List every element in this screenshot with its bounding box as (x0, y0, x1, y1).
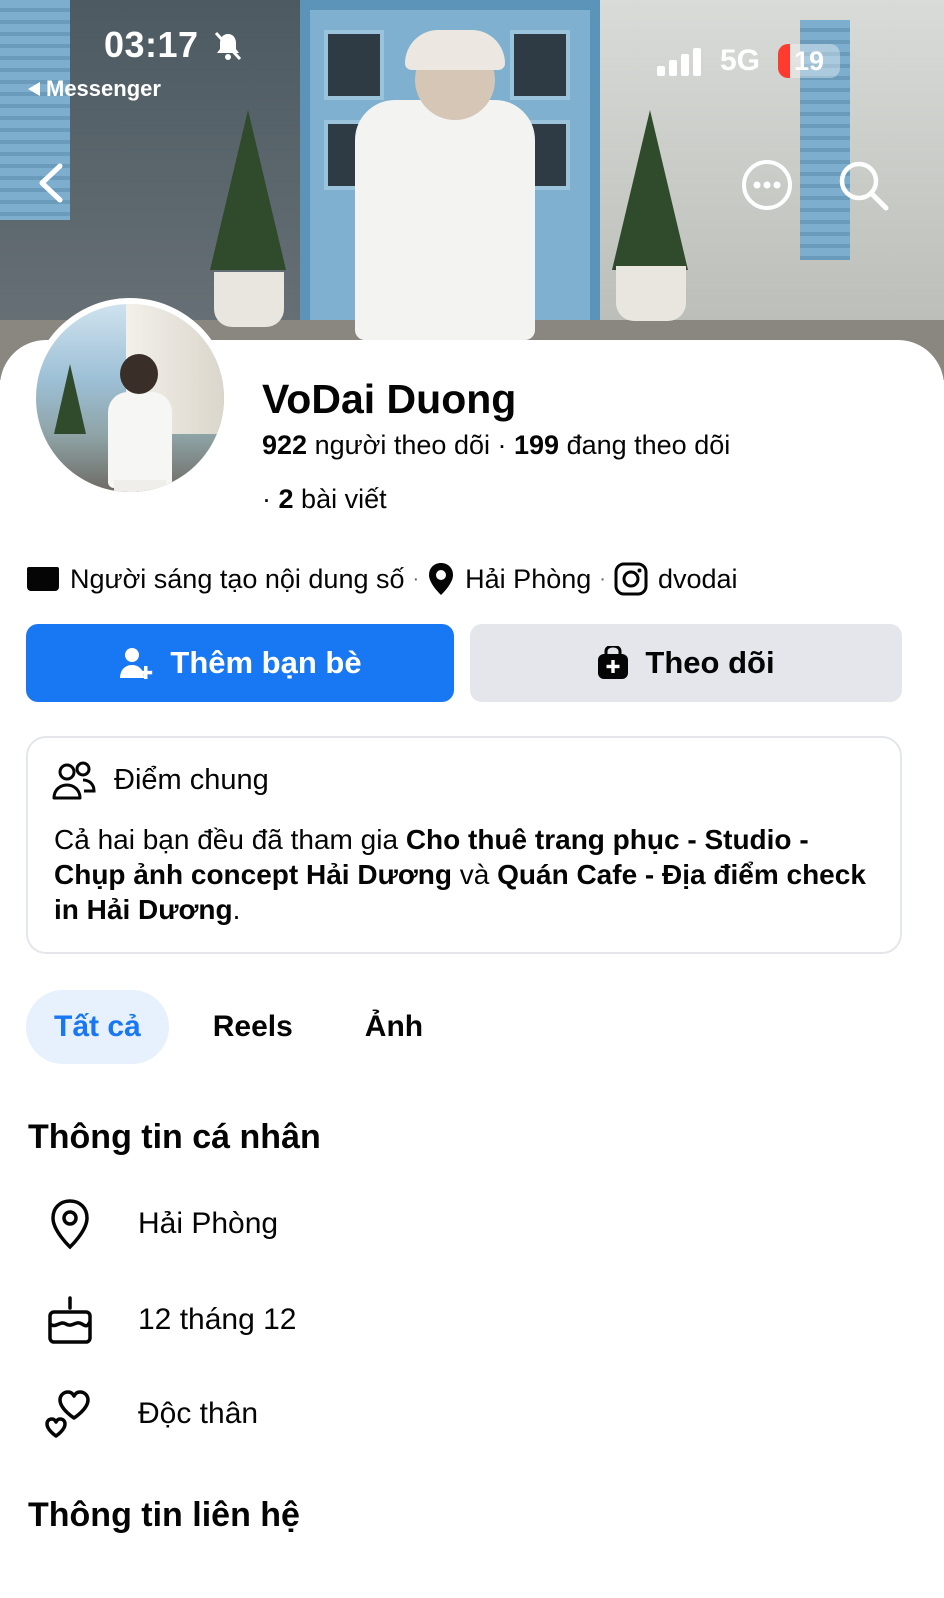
mutual-suffix: . (232, 894, 241, 925)
cover-tree (612, 110, 688, 270)
cover-person (355, 100, 535, 340)
following-count[interactable]: 199 (514, 430, 559, 460)
add-friend-icon (120, 648, 153, 679)
battery-percent: 19 (793, 46, 825, 76)
back-to-messenger[interactable]: Messenger (28, 76, 161, 102)
birthday-cake-icon (44, 1294, 96, 1346)
mutual-prefix: Cả hai bạn đều đã tham gia (54, 824, 406, 855)
battery-indicator: 19 (778, 44, 840, 78)
status-time: 03:17 (104, 24, 199, 65)
tab-all[interactable]: Tất cả (26, 990, 169, 1064)
add-friend-label: Thêm bạn bè (170, 645, 362, 680)
profile-posts: · 2 bài viết (262, 484, 387, 515)
bell-muted-icon (214, 31, 242, 61)
avatar-photo (36, 304, 224, 492)
contact-info-title: Thông tin liên hệ (28, 1496, 300, 1534)
page-category-icon (27, 567, 59, 591)
avatar-legs (114, 480, 166, 492)
add-friend-button[interactable]: Thêm bạn bè (26, 624, 454, 702)
detail-relationship-value: Độc thân (138, 1397, 259, 1430)
tab-photos[interactable]: Ảnh (337, 990, 451, 1064)
mutual-header: Điểm chung (52, 760, 269, 800)
tab-reels[interactable]: Reels (185, 990, 321, 1064)
separator-dot: · (262, 484, 279, 514)
signal-icon (657, 48, 701, 76)
detail-relationship[interactable]: Độc thân (44, 1384, 258, 1444)
followers-label[interactable]: người theo dõi (315, 430, 490, 460)
mutual-section: Điểm chung Cả hai bạn đều đã tham gia Ch… (26, 736, 902, 954)
door-pane (324, 30, 384, 100)
instagram-handle[interactable]: dvodai (658, 564, 738, 595)
follow-button[interactable]: Theo dõi (470, 624, 902, 702)
cover-pot (214, 272, 284, 327)
location-pin-icon (44, 1198, 96, 1250)
people-icon (52, 761, 96, 800)
detail-location-value: Hải Phòng (138, 1207, 279, 1240)
separator-dot: · (599, 567, 606, 590)
follow-label: Theo dõi (645, 645, 775, 680)
avatar-tree (54, 364, 86, 434)
profile-name: VoDai Duong (262, 376, 517, 422)
detail-location[interactable]: Hải Phòng (44, 1194, 278, 1254)
more-horizontal-icon[interactable] (740, 158, 794, 212)
network-type: 5G (720, 44, 761, 77)
location-label[interactable]: Hải Phòng (465, 564, 591, 595)
personal-info-title: Thông tin cá nhân (28, 1118, 321, 1156)
separator-dot: · (497, 430, 514, 460)
profile-intro-row: Người sáng tạo nội dung số · Hải Phòng ·… (26, 560, 738, 598)
profile-stats: 922 người theo dõi · 199 đang theo dõi (262, 430, 730, 461)
follow-icon (598, 646, 629, 679)
cover-pot (616, 266, 686, 321)
back-triangle-icon (28, 82, 40, 96)
cover-tree (210, 110, 286, 270)
mutual-middle: và (451, 859, 498, 890)
detail-birthday[interactable]: 12 tháng 12 (44, 1290, 296, 1350)
instagram-icon (614, 562, 648, 596)
door-pane (510, 30, 570, 100)
mutual-text: Cả hai bạn đều đã tham gia Cho thuê tran… (54, 822, 884, 927)
followers-count[interactable]: 922 (262, 430, 307, 460)
posts-count: 2 (278, 484, 294, 514)
avatar-body (108, 392, 172, 488)
profile-tabs: Tất cả Reels Ảnh (26, 990, 467, 1064)
profile-avatar[interactable] (30, 298, 230, 498)
category-label: Người sáng tạo nội dung số (70, 563, 405, 594)
avatar-head (120, 354, 158, 394)
mutual-title: Điểm chung (114, 763, 269, 796)
search-icon[interactable] (836, 158, 890, 212)
following-label[interactable]: đang theo dõi (567, 430, 731, 460)
cover-person-cap (405, 30, 505, 70)
chevron-left-icon[interactable] (34, 160, 70, 206)
posts-label: bài viết (301, 484, 387, 514)
back-app-label: Messenger (46, 76, 161, 101)
location-pin-icon (429, 563, 454, 595)
hearts-icon (44, 1388, 96, 1440)
detail-birthday-value: 12 tháng 12 (138, 1303, 297, 1336)
separator-dot: · (412, 567, 420, 590)
